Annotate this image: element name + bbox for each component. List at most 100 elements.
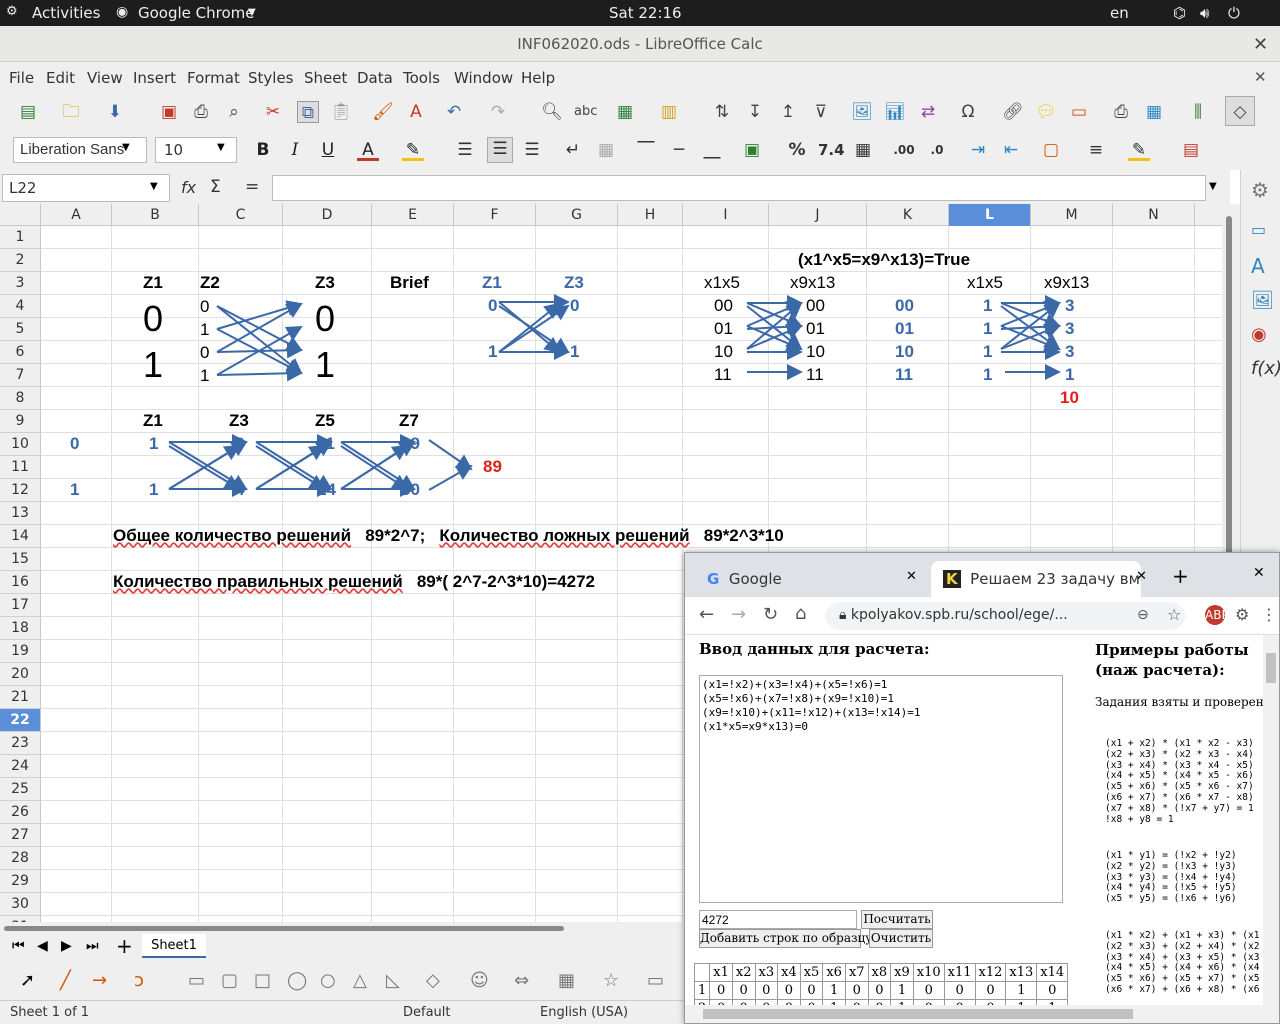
rounded-rectangle-icon[interactable]: ▢ (221, 970, 238, 991)
clear-formatting-icon[interactable]: A (405, 101, 427, 123)
previous-sheet-icon[interactable]: ◀ (37, 938, 48, 954)
navigator-icon[interactable]: ◉ (1251, 324, 1267, 345)
row-header[interactable]: 15 (0, 548, 41, 571)
row-header[interactable]: 26 (0, 801, 41, 824)
menu-format[interactable]: Format (187, 69, 240, 87)
reload-icon[interactable]: ↻ (763, 604, 778, 625)
select-all-corner[interactable] (0, 204, 41, 226)
styles-icon[interactable]: A (1251, 254, 1265, 278)
page-style[interactable]: Default (403, 1005, 451, 1020)
align-top-icon[interactable]: ⎺ (635, 139, 657, 161)
first-sheet-icon[interactable]: ⏮ (12, 938, 25, 954)
row-header[interactable]: 17 (0, 594, 41, 617)
autofilter-icon[interactable]: ⊽ (810, 101, 832, 123)
conditional-format-icon[interactable]: ▤ (1180, 139, 1202, 161)
border-style-icon[interactable]: ≡ (1085, 139, 1107, 161)
border-color-icon[interactable]: ✎ (1128, 139, 1150, 161)
browser-tab-active[interactable]: K Решаем 23 задачу вместе (931, 561, 1141, 597)
sort-ascending-icon[interactable]: ↧ (744, 101, 766, 123)
insert-image-icon[interactable]: 🖼︎ (851, 101, 873, 123)
chevron-down-icon[interactable]: ▼ (122, 142, 130, 153)
row-header[interactable]: 19 (0, 640, 41, 663)
align-bottom-icon[interactable]: ⎽ (701, 139, 723, 161)
column-header[interactable]: H (618, 204, 683, 226)
toggle-icon[interactable]: ▭ (1251, 220, 1266, 239)
redo-icon[interactable]: ↷ (487, 101, 509, 123)
row-header[interactable]: 23 (0, 732, 41, 755)
bold-icon[interactable]: B (252, 139, 274, 161)
home-icon[interactable]: ⌂ (795, 603, 806, 624)
number-format-icon[interactable]: 7.4 (818, 139, 845, 161)
app-menu[interactable]: Google Chrome (138, 4, 255, 22)
close-document-icon[interactable]: ✕ (1254, 68, 1267, 86)
add-sheet-icon[interactable]: + (116, 934, 133, 958)
menu-styles[interactable]: Styles (248, 69, 294, 87)
menu-file[interactable]: File (9, 69, 34, 87)
chevron-down-icon[interactable]: ▼ (217, 142, 225, 153)
percent-format-icon[interactable]: % (786, 139, 808, 161)
add-decimal-icon[interactable]: .00 (893, 139, 915, 161)
language-status[interactable]: English (USA) (540, 1005, 628, 1020)
network-icon[interactable]: ⌬ (1173, 4, 1186, 22)
insert-chart-icon[interactable]: 📊︎ (884, 101, 906, 123)
column-header[interactable]: J (769, 204, 867, 226)
sort-icon[interactable]: ⇅ (711, 101, 733, 123)
row-header[interactable]: 4 (0, 295, 41, 318)
function-wizard-icon[interactable]: fx (181, 178, 196, 197)
font-color-icon[interactable]: A (357, 139, 379, 161)
save-icon[interactable]: ⬇ (104, 101, 126, 123)
horizontal-scrollbar[interactable] (0, 922, 684, 934)
delete-decimal-icon[interactable]: .0 (926, 139, 948, 161)
align-center-icon[interactable]: ☰ (487, 137, 513, 163)
close-browser-icon[interactable]: ✕ (1253, 565, 1265, 581)
rectangle-icon[interactable]: ▭ (188, 970, 205, 991)
circle-icon[interactable]: ○ (320, 970, 336, 991)
next-sheet-icon[interactable]: ▶ (61, 938, 72, 954)
menu-edit[interactable]: Edit (46, 69, 75, 87)
align-right-icon[interactable]: ☰ (521, 139, 543, 161)
paste-icon[interactable]: 📋︎ (330, 101, 352, 123)
gallery-icon[interactable]: 🖼︎ (1251, 290, 1274, 311)
row-header[interactable]: 3 (0, 272, 41, 295)
row-header[interactable]: 14 (0, 525, 41, 548)
ellipse-icon[interactable]: ◯ (287, 970, 307, 991)
menu-dots-icon[interactable]: ⋮ (1261, 605, 1277, 624)
example-block[interactable]: (x1 * x2) + (x1 + x3) * (x1 (x2 * x3) + … (1105, 930, 1259, 996)
headers-footers-icon[interactable]: ▭ (1068, 101, 1090, 123)
column-header[interactable]: M (1031, 204, 1113, 226)
row-header[interactable]: 6 (0, 341, 41, 364)
callouts-icon[interactable]: ▭ (647, 970, 664, 991)
row-header[interactable]: 7 (0, 364, 41, 387)
scrollbar-thumb[interactable] (703, 1009, 1133, 1019)
power-icon[interactable]: ⏻ (1228, 4, 1240, 22)
pivot-table-icon[interactable]: ⇄ (917, 101, 939, 123)
increase-indent-icon[interactable]: ⇥ (967, 139, 989, 161)
right-triangle-icon[interactable]: ◺ (386, 970, 400, 991)
basic-shapes-icon[interactable]: ◇ (426, 970, 440, 991)
column-header[interactable]: K (867, 204, 949, 226)
menu-window[interactable]: Window (454, 69, 513, 87)
italic-icon[interactable]: I (284, 139, 306, 161)
date-format-icon[interactable]: ▦ (852, 139, 874, 161)
adblock-icon[interactable]: ABP (1205, 605, 1229, 625)
example-block[interactable]: (x1 + x2) * (x1 * x2 - x3) (x2 + x3) * (… (1105, 738, 1254, 825)
arrow-line-icon[interactable]: → (92, 970, 107, 991)
sheet-tab[interactable]: Sheet1 (142, 934, 206, 958)
row-header[interactable]: 18 (0, 617, 41, 640)
column-header[interactable]: B (112, 204, 199, 226)
column-header[interactable]: A (41, 204, 112, 226)
row-header[interactable]: 1 (0, 226, 41, 249)
menu-data[interactable]: Data (357, 69, 393, 87)
column-header[interactable]: F (454, 204, 536, 226)
row-header[interactable]: 13 (0, 502, 41, 525)
merge-center-icon[interactable]: ▦ (595, 139, 617, 161)
chevron-down-icon[interactable]: ▼ (150, 181, 158, 192)
select-icon[interactable]: ➚ (20, 970, 35, 991)
row-header[interactable]: 2 (0, 249, 41, 272)
row-header[interactable]: 25 (0, 778, 41, 801)
new-icon[interactable]: ▤ (17, 101, 39, 123)
print-preview-icon[interactable]: ⌕ (223, 101, 245, 123)
language-indicator[interactable]: en (1110, 4, 1129, 22)
vertical-scrollbar-thumb[interactable] (1226, 216, 1232, 556)
scrollbar-thumb[interactable] (1266, 653, 1276, 683)
